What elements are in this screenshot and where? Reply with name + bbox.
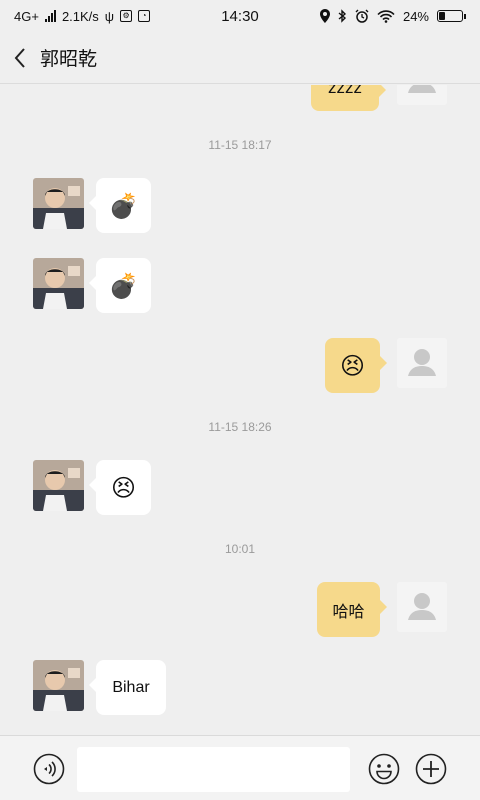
network-type: 4G+ [14,8,39,24]
chat-header: 郭昭乾 [0,32,480,84]
message-timestamp: 11-15 18:17 [208,138,272,152]
my-avatar[interactable] [397,582,447,632]
voice-icon [33,753,65,785]
message-text: 💣 [108,191,139,220]
friend-avatar-photo [33,178,84,229]
status-bar: 4G+ 2.1K/s ψ ⚙ ◔ 14:30 24% [0,0,480,32]
message-bubble-incoming[interactable]: 💣 [89,178,151,233]
friend-avatar[interactable] [33,178,84,229]
message-text: zzzz [328,85,362,97]
message-bubble-outgoing[interactable]: 哈哈 [317,582,387,637]
bluetooth-icon [338,9,347,23]
message-list[interactable]: zzzz 11-15 18:17 💣 💣 😣 11-15 18:26 😣 10:… [0,85,480,735]
plus-icon [415,753,447,785]
message-bubble-outgoing[interactable]: 😣 [325,338,387,393]
my-avatar[interactable] [397,338,447,388]
friend-avatar[interactable] [33,660,84,711]
friend-avatar-photo [33,460,84,511]
status-right: 24% [319,8,466,24]
battery-percent: 24% [402,8,429,24]
default-avatar-icon [408,85,436,93]
signal-icon [44,10,56,22]
message-timestamp: 11-15 18:26 [208,420,272,434]
emoji-icon [368,753,400,785]
my-avatar[interactable] [397,85,447,105]
page-title: 郭昭乾 [40,49,98,70]
default-avatar-icon [408,593,436,620]
app-notification-icon: ◔ [138,10,151,22]
message-text: Bihar [112,678,150,696]
voice-button[interactable] [33,753,65,785]
message-input[interactable] [77,747,350,792]
message-bubble-incoming[interactable]: 💣 [89,258,151,313]
message-text: 😣 [110,473,137,502]
friend-avatar[interactable] [33,460,84,511]
network-speed: 2.1K/s [61,8,99,24]
friend-avatar-photo [33,660,84,711]
sim-icon: ⚙ [120,10,133,22]
default-avatar-icon [408,349,436,376]
alarm-icon [355,9,369,23]
chevron-left-icon [14,47,25,68]
more-options-button[interactable] [415,753,447,785]
message-text: 💣 [108,271,139,300]
location-icon [319,9,330,23]
back-button[interactable] [0,32,40,84]
message-composer [0,735,480,800]
message-bubble-incoming[interactable]: 😣 [89,460,151,515]
message-text: 😣 [339,351,366,380]
message-bubble-outgoing[interactable]: zzzz [311,85,386,111]
wifi-icon [377,9,395,23]
friend-avatar-photo [33,258,84,309]
message-timestamp: 10:01 [224,542,256,556]
emoji-button[interactable] [368,753,400,785]
usb-icon: ψ [104,8,115,24]
status-left: 4G+ 2.1K/s ψ ⚙ ◔ [14,9,320,24]
battery-icon [437,10,466,22]
message-text: 哈哈 [332,603,365,621]
message-bubble-incoming[interactable]: Bihar [89,660,166,715]
friend-avatar[interactable] [33,258,84,309]
